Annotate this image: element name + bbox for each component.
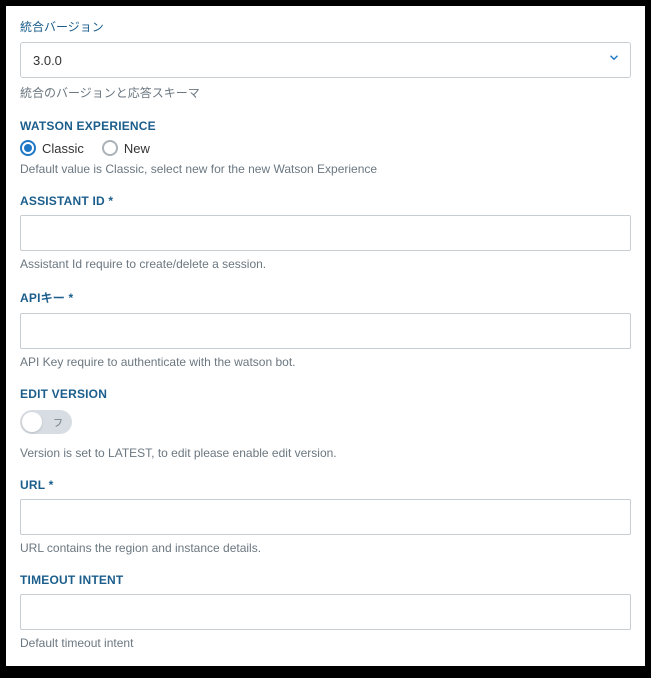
timeout-intent-input[interactable] (20, 594, 631, 630)
integration-version-select[interactable] (20, 42, 631, 78)
api-key-label: APIキー * (20, 289, 631, 306)
radio-new-label: New (124, 141, 150, 156)
edit-version-toggle-wrap: フ (20, 410, 72, 434)
radio-new[interactable]: New (102, 140, 150, 156)
watson-experience-label: WATSON EXPERIENCE (20, 119, 631, 133)
url-help: URL contains the region and instance det… (20, 541, 631, 555)
field-watson-experience: WATSON EXPERIENCE Classic New Default va… (20, 119, 631, 176)
integration-version-help: 統合のバージョンと応答スキーマ (20, 84, 631, 101)
radio-dot-icon (24, 144, 32, 152)
toggle-knob-icon (22, 412, 42, 432)
url-input[interactable] (20, 499, 631, 535)
assistant-id-input[interactable] (20, 215, 631, 251)
edit-version-help: Version is set to LATEST, to edit please… (20, 446, 631, 460)
field-integration-version: 統合バージョン 統合のバージョンと応答スキーマ (20, 18, 631, 101)
field-edit-version: EDIT VERSION フ Version is set to LATEST,… (20, 387, 631, 460)
watson-experience-help: Default value is Classic, select new for… (20, 162, 631, 176)
field-timeout-intent: TIMEOUT INTENT Default timeout intent (20, 573, 631, 650)
assistant-id-help: Assistant Id require to create/delete a … (20, 257, 631, 271)
radio-classic[interactable]: Classic (20, 140, 84, 156)
url-label: URL * (20, 478, 631, 492)
radio-classic-label: Classic (42, 141, 84, 156)
field-assistant-id: ASSISTANT ID * Assistant Id require to c… (20, 194, 631, 271)
field-api-key: APIキー * API Key require to authenticate … (20, 289, 631, 369)
assistant-id-label: ASSISTANT ID * (20, 194, 631, 208)
integration-version-select-wrap (20, 42, 631, 78)
form-container: 統合バージョン 統合のバージョンと応答スキーマ WATSON EXPERIENC… (6, 6, 645, 666)
integration-version-label: 統合バージョン (20, 18, 631, 35)
watson-experience-radio-group: Classic New (20, 140, 631, 156)
radio-circle-icon (102, 140, 118, 156)
timeout-intent-label: TIMEOUT INTENT (20, 573, 631, 587)
edit-version-label: EDIT VERSION (20, 387, 631, 401)
timeout-intent-help: Default timeout intent (20, 636, 631, 650)
radio-circle-icon (20, 140, 36, 156)
api-key-input[interactable] (20, 313, 631, 349)
api-key-help: API Key require to authenticate with the… (20, 355, 631, 369)
field-url: URL * URL contains the region and instan… (20, 478, 631, 555)
edit-version-toggle[interactable]: フ (20, 410, 72, 434)
toggle-off-text: フ (53, 415, 63, 430)
